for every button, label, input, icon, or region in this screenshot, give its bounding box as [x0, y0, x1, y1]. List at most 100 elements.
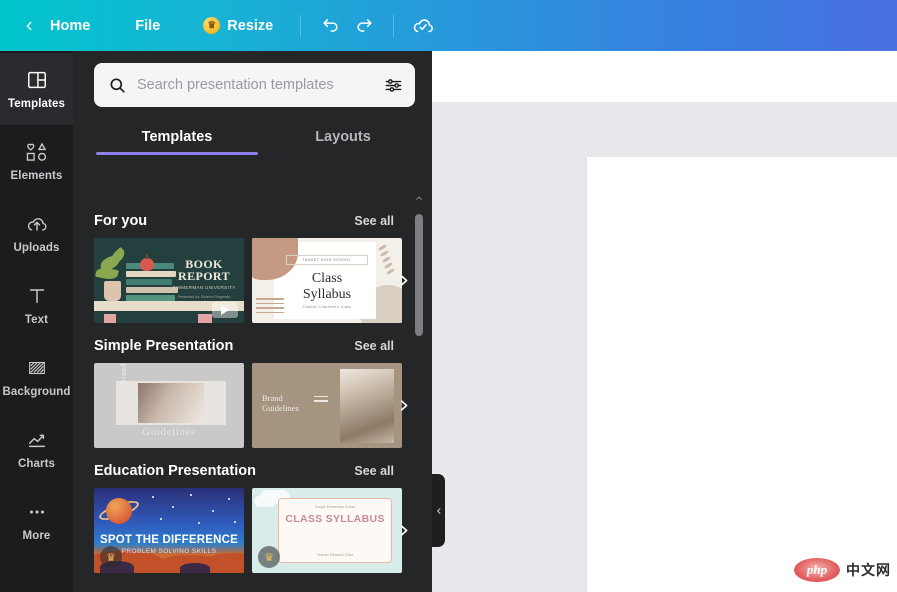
template-row: SPOT THE DIFFERENCE PROBLEM SOLVING SKIL… [94, 488, 432, 573]
sidebar-item-label: Text [24, 314, 49, 326]
undo-icon [323, 19, 338, 32]
carousel-next-button[interactable] [390, 509, 416, 553]
carousel-next-button[interactable] [390, 259, 416, 303]
template-thumbnail-class-syllabus-pastel[interactable]: Google Elementary School CLASS SYLLABUS … [252, 488, 402, 573]
chevron-left-icon [436, 507, 440, 514]
thumbnail-subtitle: TIMMERMAN UNIVERSITY [172, 285, 236, 290]
tab-label: Layouts [315, 129, 371, 145]
uploads-icon [25, 212, 49, 236]
template-thumbnail-class-syllabus-minimal[interactable]: TANSET HIGH SCHOOL Class Syllabus Teache… [252, 238, 402, 323]
redo-button[interactable] [347, 9, 381, 43]
panel-tabs: Templates Layouts [73, 119, 432, 155]
search-icon [108, 76, 127, 95]
search-input[interactable] [137, 77, 374, 93]
search-box[interactable] [94, 63, 415, 107]
decor-lines [256, 295, 284, 313]
section-header: Simple Presentation See all [94, 338, 432, 354]
sidebar-item-elements[interactable]: Elements [0, 125, 73, 197]
elements-icon [25, 140, 49, 164]
sidebar-item-label: Templates [8, 98, 65, 110]
thumbnail-subtitle: Google Elementary School [314, 505, 356, 509]
tab-templates[interactable]: Templates [94, 119, 260, 155]
play-preview-button[interactable] [212, 302, 238, 318]
search-section [73, 51, 432, 107]
decor-leaf [95, 265, 119, 282]
template-thumbnail-book-report[interactable]: BOOK REPORT TIMMERMAN UNIVERSITY Present… [94, 238, 244, 323]
scrollbar-thumb[interactable] [415, 214, 423, 336]
template-thumbnail-spot-the-difference[interactable]: SPOT THE DIFFERENCE PROBLEM SOLVING SKIL… [94, 488, 244, 573]
file-label: File [135, 17, 161, 34]
resize-label: Resize [227, 17, 274, 34]
section-header: Education Presentation See all [94, 463, 432, 479]
section-title: Education Presentation [94, 463, 256, 479]
see-all-link[interactable]: See all [354, 339, 394, 353]
thumbnail-title: SPOT THE DIFFERENCE [100, 534, 238, 546]
decor-plant-pot [104, 281, 121, 301]
left-sidebar: Templates Elements Uploads Text Backgrou [0, 51, 73, 592]
chevron-right-icon [400, 525, 407, 536]
file-menu-button[interactable]: File [120, 11, 188, 41]
filter-sliders-icon[interactable] [384, 76, 403, 95]
cloud-save-button[interactable] [406, 9, 440, 43]
chevron-left-icon [26, 21, 32, 30]
top-toolbar: Home File ♛ Resize [0, 0, 897, 51]
thumbnail-title: CLASS SYLLABUS [285, 513, 385, 525]
see-all-link[interactable]: See all [354, 464, 394, 478]
tab-label: Templates [141, 129, 213, 145]
sidebar-item-background[interactable]: Background [0, 341, 73, 413]
charts-icon [26, 428, 48, 452]
templates-icon [26, 68, 48, 92]
sidebar-item-label: Background [2, 386, 71, 398]
undo-button[interactable] [313, 9, 347, 43]
sidebar-item-uploads[interactable]: Uploads [0, 197, 73, 269]
see-all-link[interactable]: See all [354, 214, 394, 228]
sidebar-item-label: Charts [17, 458, 56, 470]
watermark: php 中文网 [794, 558, 891, 582]
section-for-you: For you See all BOOK REPORT TIMMERMAN UN… [73, 198, 432, 323]
background-icon [26, 356, 48, 380]
collapse-panel-handle[interactable] [432, 474, 445, 547]
home-label: Home [50, 17, 91, 34]
section-header: For you See all [94, 213, 432, 229]
templates-scroll-area[interactable]: For you See all BOOK REPORT TIMMERMAN UN… [73, 198, 432, 592]
chevron-up-icon [416, 196, 422, 200]
cloud-check-icon [414, 18, 434, 32]
tab-layouts[interactable]: Layouts [260, 119, 426, 155]
decor-apple [140, 254, 154, 271]
text-icon [26, 284, 48, 308]
chevron-right-icon [400, 400, 407, 411]
template-thumbnail-brand-guidelines-gray[interactable]: Brand Guidelines [94, 363, 244, 448]
sidebar-item-more[interactable]: More [0, 485, 73, 557]
scroll-up-button[interactable] [414, 194, 424, 204]
decor-photo [340, 369, 394, 443]
slide-canvas[interactable] [587, 157, 897, 592]
home-button[interactable]: Home [44, 11, 120, 41]
watermark-logo: php [794, 558, 840, 582]
sidebar-item-charts[interactable]: Charts [0, 413, 73, 485]
template-thumbnail-brand-guidelines-tan[interactable]: Brand Guidelines [252, 363, 402, 448]
carousel-next-button[interactable] [390, 384, 416, 428]
sidebar-item-label: Elements [10, 170, 63, 182]
thumbnail-title: Class Syllabus [302, 271, 352, 302]
sidebar-item-text[interactable]: Text [0, 269, 73, 341]
thumbnail-title: BOOK REPORT [178, 257, 230, 283]
template-row: BOOK REPORT TIMMERMAN UNIVERSITY Present… [94, 238, 432, 323]
thumbnail-title: Brand Guidelines [262, 393, 299, 413]
thumbnail-byline: Presented by: Eleanor Fitzgerald [177, 295, 231, 299]
crown-icon: ♛ [203, 17, 221, 34]
canvas-toolbar[interactable] [432, 51, 897, 103]
section-title: For you [94, 213, 148, 229]
templates-panel: Templates Layouts For you See all [73, 51, 432, 592]
back-button[interactable] [14, 11, 44, 41]
decor-pin [198, 314, 212, 323]
thumbnail-title: Brand [119, 363, 128, 385]
canvas-area[interactable] [432, 103, 897, 592]
toolbar-divider-2 [393, 14, 395, 37]
thumbnail-byline: Teacher Eleanor's Class [316, 553, 354, 557]
decor-planet [106, 498, 132, 524]
more-icon [26, 500, 48, 524]
thumbnail-byline: Teacher Charlotte's Class [302, 305, 352, 309]
resize-button[interactable]: ♛ Resize [188, 11, 288, 41]
sidebar-item-label: More [22, 530, 51, 542]
sidebar-item-templates[interactable]: Templates [0, 53, 73, 125]
